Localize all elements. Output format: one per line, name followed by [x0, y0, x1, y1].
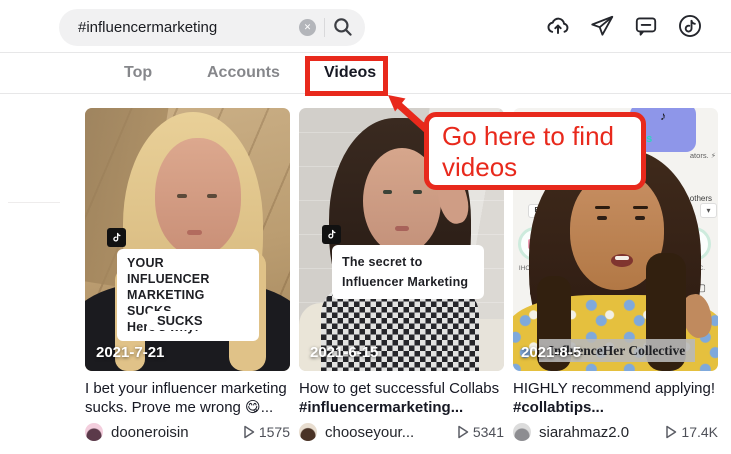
video-meta-2: chooseyour... 5341 [299, 423, 504, 441]
upload-icon[interactable] [543, 11, 573, 41]
tiktok-search-page: ✕ [0, 0, 731, 454]
person-face [155, 138, 241, 256]
video-date: 2021-7-21 [96, 344, 164, 361]
view-count: 1575 [243, 424, 290, 440]
caption-hashtag: #influencermarketing... [299, 399, 504, 418]
ig-bio-text: ators. ⚡ [690, 151, 716, 160]
ig-dropdown-button: ▾ [700, 203, 717, 218]
search-divider [324, 18, 325, 37]
video-caption-3[interactable]: HIGHLY recommend applying! #collabtips..… [513, 380, 718, 417]
person-lips [395, 226, 409, 231]
inbox-icon[interactable] [631, 11, 661, 41]
overlay-line: Influencer Marketing [342, 272, 474, 292]
tiktok-watermark-icon [322, 225, 341, 244]
person-lips [187, 230, 202, 235]
annotation-text-line2: videos [442, 152, 641, 183]
clear-search-icon[interactable]: ✕ [299, 19, 316, 36]
person-eye [207, 194, 217, 198]
overlay-line: YOUR INFLUENCER [127, 255, 249, 287]
view-count-value: 5341 [473, 424, 504, 440]
stray-divider [8, 202, 60, 203]
person-eye [413, 190, 422, 194]
view-count-value: 17.4K [681, 424, 718, 440]
annotation-callout: Go here to find videos [424, 112, 646, 190]
person-teeth [615, 256, 629, 260]
avatar[interactable] [85, 423, 103, 441]
caption-line: How to get successful Collabs [299, 380, 504, 399]
caption-line: HIGHLY recommend applying! [513, 380, 718, 399]
search-input[interactable] [78, 9, 278, 46]
tab-top[interactable]: Top [124, 64, 152, 82]
person-eye [177, 194, 187, 198]
caption-line: sucks. Prove me wrong 😋... [85, 399, 290, 418]
person-eye [635, 216, 645, 220]
video-meta-3: siarahmaz2.0 17.4K [513, 423, 718, 441]
tiktok-watermark-icon [107, 228, 126, 247]
video-caption-1[interactable]: I bet your influencer marketing sucks. P… [85, 380, 290, 417]
share-icon[interactable] [587, 11, 617, 41]
person-brow [633, 206, 648, 209]
caption-hashtag: #collabtips... [513, 399, 718, 418]
play-icon [665, 425, 677, 439]
tiktok-note-icon: ♪ [660, 109, 666, 123]
video-text-overlay: The secret to Influencer Marketing [332, 245, 484, 299]
search-icon[interactable] [328, 13, 358, 43]
ig-bio-text: others [690, 194, 712, 203]
overlay-line: The secret to [342, 252, 474, 272]
video-meta-1: dooneroisin 1575 [85, 423, 290, 441]
person-eye [597, 216, 607, 220]
tiktok-coin-icon[interactable] [675, 11, 705, 41]
annotation-highlight-box [305, 56, 388, 96]
search-bar[interactable]: ✕ [59, 9, 365, 46]
person-eye [383, 190, 392, 194]
video-thumbnail-1[interactable]: YOUR INFLUENCER MARKETING SUCKS. Here's … [85, 108, 290, 371]
caption-line: I bet your influencer marketing [85, 380, 290, 399]
video-card-1: YOUR INFLUENCER MARKETING SUCKS. Here's … [85, 108, 290, 441]
header: ✕ [0, 0, 731, 52]
avatar[interactable] [299, 423, 317, 441]
tab-accounts[interactable]: Accounts [207, 64, 280, 82]
username[interactable]: siarahmaz2.0 [539, 424, 629, 441]
view-count: 17.4K [665, 424, 718, 440]
username[interactable]: chooseyour... [325, 424, 414, 441]
play-icon [457, 425, 469, 439]
play-icon [243, 425, 255, 439]
person-brow [595, 206, 610, 209]
video-date: 2021-6-15 [310, 344, 378, 361]
avatar[interactable] [513, 423, 531, 441]
username[interactable]: dooneroisin [111, 424, 189, 441]
video-text-badge: SUCKS [147, 311, 213, 330]
view-count-value: 1575 [259, 424, 290, 440]
view-count: 5341 [457, 424, 504, 440]
header-actions [543, 11, 705, 41]
video-date: 2021-8-5 [521, 344, 581, 361]
annotation-text-line1: Go here to find [442, 121, 641, 152]
video-caption-2[interactable]: How to get successful Collabs #influence… [299, 380, 504, 417]
